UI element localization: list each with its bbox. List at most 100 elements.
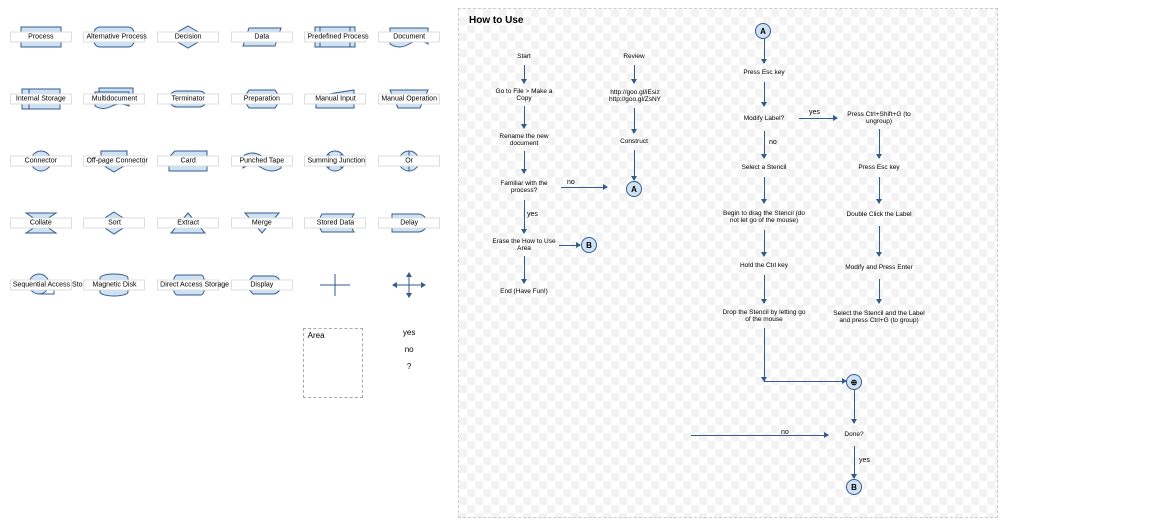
node-text: End (Have Fun!) — [500, 288, 548, 295]
node-presscA[interactable]: Press Esc key — [729, 64, 799, 82]
node-modenter[interactable]: Modify and Press Enter — [839, 257, 919, 279]
node-selstencil[interactable]: Select a Stencil — [729, 159, 799, 177]
node-construct[interactable]: Construct — [609, 134, 659, 150]
stencil-direct-access-storage[interactable]: Direct Access Storage — [155, 256, 221, 314]
node-modify[interactable]: Modify Label? — [729, 107, 799, 131]
edge-label-familiar_no: no — [567, 179, 575, 186]
stencil-extract[interactable]: Extract — [155, 194, 221, 252]
legend-label: ? — [407, 362, 411, 371]
connector-A_mid[interactable]: A — [626, 181, 642, 197]
stencil-delay[interactable]: Delay — [376, 194, 442, 252]
node-text: Press Esc key — [743, 69, 784, 76]
stencil-sequential-access-storage[interactable]: Sequential Access Storage — [8, 256, 74, 314]
arrow — [691, 435, 828, 436]
stencil-label: Predefined Process — [304, 32, 366, 43]
stencil-display[interactable]: Display — [229, 256, 295, 314]
node-begindrag[interactable]: Begin to drag the Stencil (do not let go… — [717, 204, 811, 230]
stencil-label: Decision — [157, 32, 219, 43]
stencil-summing-junction[interactable]: Summing Junction — [303, 132, 369, 190]
stencil-label: Sort — [83, 218, 145, 229]
node-familiar[interactable]: Familiar with the process? — [487, 174, 561, 200]
stencil-cross[interactable] — [376, 256, 442, 314]
stencil-label: Punched Tape — [231, 156, 293, 167]
arrow — [764, 328, 765, 381]
arrow — [854, 446, 855, 478]
stencil-label: Document — [378, 32, 440, 43]
stencil-document[interactable]: Document — [376, 8, 442, 66]
arrow — [524, 106, 525, 128]
stencil-stored-data[interactable]: Stored Data — [303, 194, 369, 252]
stencil-label: Delay — [378, 218, 440, 229]
stencil-sort[interactable]: Sort — [82, 194, 148, 252]
legend-label: yes — [403, 328, 415, 337]
stencil-alternative-process[interactable]: Alternative Process — [82, 8, 148, 66]
node-dblclick[interactable]: Double Click the Label — [839, 204, 919, 226]
stencil-label: Summing Junction — [304, 156, 366, 167]
stencil-card[interactable]: Card — [155, 132, 221, 190]
stencil-manual-operation[interactable]: Manual Operation — [376, 70, 442, 128]
arrow — [524, 200, 525, 233]
stencil-label: Direct Access Storage — [157, 280, 219, 291]
stencil-label: Manual Operation — [378, 94, 440, 105]
node-text: Familiar with the process? — [489, 180, 559, 194]
stencil-multidocument[interactable]: Multidocument — [82, 70, 148, 128]
stencil-label: Display — [231, 280, 293, 291]
node-done[interactable]: Done? — [829, 424, 879, 446]
stencil-predefined-process[interactable]: Predefined Process — [303, 8, 369, 66]
node-text: http://goo.gl/iEsiz http://goo.gl/ZsNY — [609, 89, 661, 103]
stencil-label: Stored Data — [304, 218, 366, 229]
node-review[interactable]: Review — [609, 49, 659, 65]
connector-sum[interactable]: ⊕ — [846, 374, 862, 390]
node-ctrlshift[interactable]: Press Ctrl+Shift+G (to ungroup) — [839, 107, 919, 129]
stencil-preparation[interactable]: Preparation — [229, 70, 295, 128]
stencil-process[interactable]: Process — [8, 8, 74, 66]
stencil-plus[interactable] — [303, 256, 369, 314]
node-holdctrl[interactable]: Hold the Ctrl key — [729, 257, 799, 275]
drawing-canvas[interactable]: How to Use StartGo to File > Make a Copy… — [458, 8, 998, 518]
node-end[interactable]: End (Have Fun!) — [497, 284, 551, 300]
stencil-or[interactable]: Or — [376, 132, 442, 190]
stencil-manual-input[interactable]: Manual Input — [303, 70, 369, 128]
node-pressescB[interactable]: Press Esc key — [844, 159, 914, 177]
stencil-internal-storage[interactable]: Internal Storage — [8, 70, 74, 128]
edge-label-done_yes: yes — [859, 457, 870, 464]
connector-B_left[interactable]: B — [581, 237, 597, 253]
connector-B_bot[interactable]: B — [846, 479, 862, 495]
stencil-data[interactable]: Data — [229, 8, 295, 66]
arrow — [764, 39, 765, 63]
plus-icon — [314, 272, 356, 298]
node-text: Select a Stencil — [742, 164, 787, 171]
stencil-punched-tape[interactable]: Punched Tape — [229, 132, 295, 190]
stencil-terminator[interactable]: Terminator — [155, 70, 221, 128]
node-erase[interactable]: Erase the How to Use Area — [489, 234, 559, 256]
arrow — [524, 65, 525, 83]
node-rename[interactable]: Rename the new document — [489, 129, 559, 151]
node-text: Go to File > Make a Copy — [491, 88, 557, 102]
connector-label: B — [586, 241, 592, 250]
arrow — [764, 230, 765, 256]
node-text: Modify and Press Enter — [845, 264, 913, 271]
stencil-magnetic-disk[interactable]: Magnetic Disk — [82, 256, 148, 314]
node-start[interactable]: Start — [499, 49, 549, 65]
node-drop[interactable]: Drop the Stencil by letting go of the mo… — [717, 304, 811, 328]
stencil-label: Collate — [10, 218, 72, 229]
connector-label: A — [760, 27, 766, 36]
node-makecopy[interactable]: Go to File > Make a Copy — [489, 84, 559, 106]
connector-label: ⊕ — [851, 378, 858, 387]
cross-icon — [388, 272, 430, 298]
node-selgroup[interactable]: Select the Stencil and the Label and pre… — [829, 304, 929, 330]
connector-label: A — [631, 185, 637, 194]
stencil-connector[interactable]: Connector — [8, 132, 74, 190]
stencil-decision[interactable]: Decision — [155, 8, 221, 66]
node-urls[interactable]: http://goo.gl/iEsiz http://goo.gl/ZsNY — [599, 84, 671, 108]
stencil-collate[interactable]: Collate — [8, 194, 74, 252]
arrow — [879, 177, 880, 203]
node-text: Construct — [620, 138, 648, 145]
connector-A_top[interactable]: A — [755, 23, 771, 39]
stencil-off-page-connector[interactable]: Off-page Connector — [82, 132, 148, 190]
arrow — [634, 108, 635, 133]
arrow — [634, 65, 635, 83]
node-text: Double Click the Label — [846, 211, 911, 218]
stencil-merge[interactable]: Merge — [229, 194, 295, 252]
stencil-label: Extract — [157, 218, 219, 229]
